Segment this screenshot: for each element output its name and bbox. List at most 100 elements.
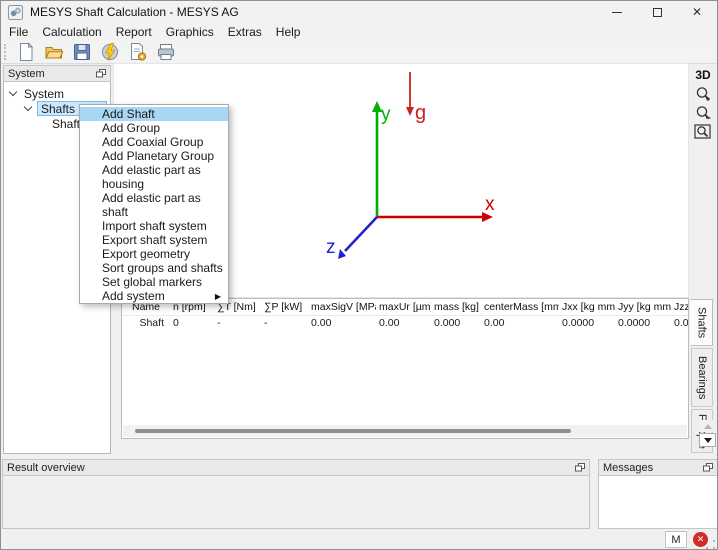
calculate-button[interactable]	[98, 42, 122, 63]
column-header[interactable]: maxUr [µm]	[376, 299, 431, 315]
app-icon	[8, 5, 23, 20]
tab-scroll-up-button[interactable]	[699, 420, 716, 432]
menu-item-add-group[interactable]: Add Group	[80, 121, 228, 135]
zoom-out-icon	[694, 105, 712, 121]
float-panel-icon[interactable]	[575, 463, 585, 472]
title-bar: MESYS Shaft Calculation - MESYS AG ✕	[1, 1, 717, 23]
zoom-in-button[interactable]	[692, 85, 714, 102]
messages-content	[598, 476, 718, 529]
menu-item-add-shaft[interactable]: Add Shaft	[80, 107, 228, 121]
zoom-fit-button[interactable]	[692, 123, 714, 140]
column-header[interactable]: Jzz [kg mm²]	[671, 299, 688, 315]
cell-jzz: 0.0000	[671, 316, 688, 332]
column-header[interactable]: Jyy [kg mm²]	[615, 299, 671, 315]
print-button[interactable]	[154, 42, 178, 63]
minimize-icon	[612, 12, 622, 13]
minimize-button[interactable]	[597, 1, 637, 23]
tree-item-system[interactable]: System	[4, 86, 110, 101]
tab-scroll-down-button[interactable]	[699, 433, 716, 447]
zoom-out-button[interactable]	[692, 104, 714, 121]
column-header[interactable]: maxSigV [MPa]	[308, 299, 376, 315]
view-3d-button[interactable]: 3D	[695, 68, 710, 82]
menu-item-import-shaft-system[interactable]: Import shaft system	[80, 219, 228, 233]
cell-torque: -	[214, 316, 261, 332]
resize-grip[interactable]	[706, 540, 715, 549]
menu-bar: File Calculation Report Graphics Extras …	[1, 23, 717, 41]
z-axis-label: z	[326, 237, 336, 258]
menu-item-set-global-markers[interactable]: Set global markers	[80, 275, 228, 289]
cell-maxsigv: 0.00	[308, 316, 376, 332]
menu-item-export-shaft-system[interactable]: Export shaft system	[80, 233, 228, 247]
gravity-label: g	[415, 102, 426, 124]
status-bar: M ✕	[1, 529, 717, 550]
tab-bearings[interactable]: Bearings	[691, 348, 713, 407]
menu-item-add-elastic-part-as-housing[interactable]: Add elastic part as housing	[80, 163, 228, 191]
app-window: MESYS Shaft Calculation - MESYS AG ✕ Fil…	[0, 0, 718, 550]
cell-name: Shaft	[122, 316, 170, 332]
result-overview-panel: Result overview	[2, 459, 590, 529]
result-overview-title-bar: Result overview	[2, 459, 590, 476]
x-axis-label: x	[485, 194, 495, 215]
column-header[interactable]: Jxx [kg mm²]	[559, 299, 615, 315]
cell-maxur: 0.00	[376, 316, 431, 332]
save-button[interactable]	[70, 42, 94, 63]
float-panel-icon[interactable]	[96, 69, 106, 78]
triangle-up-icon	[704, 424, 712, 429]
result-overview-title: Result overview	[7, 462, 85, 474]
menu-report[interactable]: Report	[109, 24, 159, 40]
menu-item-export-geometry[interactable]: Export geometry	[80, 247, 228, 261]
menu-file[interactable]: File	[2, 24, 35, 40]
report-page-gear-icon	[128, 42, 148, 62]
expander-down-icon[interactable]	[9, 88, 17, 96]
scrollbar-thumb[interactable]	[135, 429, 571, 433]
menu-extras[interactable]: Extras	[221, 24, 269, 40]
side-tab-bar: Shafts Bearings Freque	[690, 298, 716, 456]
messages-title: Messages	[603, 462, 653, 474]
menu-calculation[interactable]: Calculation	[35, 24, 108, 40]
menu-graphics[interactable]: Graphics	[159, 24, 221, 40]
float-panel-icon[interactable]	[703, 463, 713, 472]
calculate-lightning-icon	[100, 42, 120, 62]
cell-centermass: 0.00	[481, 316, 559, 332]
cell-jxx: 0.0000	[559, 316, 615, 332]
expander-down-icon[interactable]	[24, 103, 32, 111]
context-menu: Add Shaft Add Group Add Coaxial Group Ad…	[79, 104, 229, 304]
z-axis-line	[345, 217, 377, 251]
menu-item-sort-groups-and-shafts[interactable]: Sort groups and shafts	[80, 261, 228, 275]
save-floppy-icon	[72, 42, 92, 62]
column-header[interactable]: centerMass [mm]	[481, 299, 559, 315]
system-panel-title: System	[8, 68, 45, 80]
view-toolbar: 3D	[689, 68, 717, 142]
column-header[interactable]: ∑P [kW]	[261, 299, 308, 315]
toolbar-drag-handle[interactable]	[4, 44, 8, 60]
gravity-arrowhead	[406, 107, 414, 116]
system-panel-title-bar: System	[3, 65, 111, 82]
table-row-shaft[interactable]: Shaft 0 - - 0.00 0.00 0.000 0.00 0.0000 …	[122, 316, 688, 332]
maximize-button[interactable]	[637, 1, 677, 23]
horizontal-scrollbar[interactable]	[123, 425, 687, 437]
menu-item-add-coaxial-group[interactable]: Add Coaxial Group	[80, 135, 228, 149]
results-table-panel: Name n [rpm] ∑T [Nm] ∑P [kW] maxSigV [MP…	[121, 298, 689, 439]
tab-shafts[interactable]: Shafts	[690, 299, 713, 346]
toolbar	[1, 41, 717, 64]
report-options-button[interactable]	[126, 42, 150, 63]
marker-toggle-button[interactable]: M	[665, 531, 687, 548]
result-overview-content	[2, 476, 590, 529]
messages-title-bar: Messages	[598, 459, 718, 476]
maximize-icon	[653, 8, 662, 17]
menu-item-add-elastic-part-as-shaft[interactable]: Add elastic part as shaft	[80, 191, 228, 219]
menu-item-add-system[interactable]: Add system ▶	[80, 289, 228, 303]
cell-mass: 0.000	[431, 316, 481, 332]
cell-jyy: 0.0000	[615, 316, 671, 332]
printer-icon	[156, 42, 176, 62]
menu-help[interactable]: Help	[269, 24, 308, 40]
open-folder-icon	[44, 42, 64, 62]
close-button[interactable]: ✕	[677, 1, 717, 23]
new-document-button[interactable]	[14, 42, 38, 63]
open-file-button[interactable]	[42, 42, 66, 63]
window-title: MESYS Shaft Calculation - MESYS AG	[30, 5, 239, 19]
y-axis-label: y	[381, 104, 391, 125]
column-header[interactable]: mass [kg]	[431, 299, 481, 315]
messages-panel: Messages	[598, 459, 718, 529]
menu-item-add-planetary-group[interactable]: Add Planetary Group	[80, 149, 228, 163]
